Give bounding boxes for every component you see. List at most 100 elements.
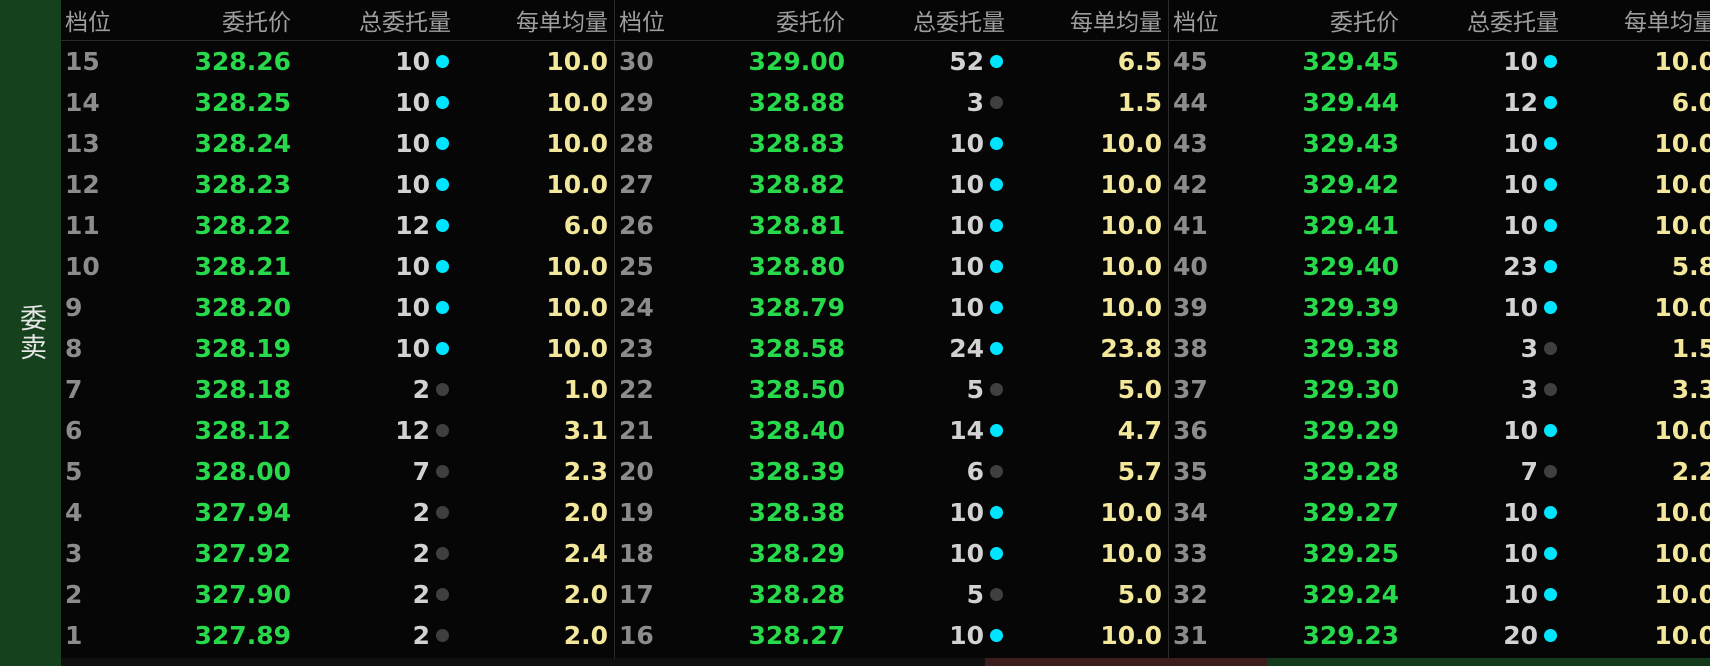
level-cell: 28 [619,129,654,158]
level-cell: 42 [1173,170,1208,199]
avg-qty-cell: 2.0 [563,498,608,527]
order-row[interactable]: 24 328.79 10 10.0 [615,287,1168,328]
order-row[interactable]: 6 328.12 12 3.1 [61,410,614,451]
order-row[interactable]: 12 328.23 10 10.0 [61,164,614,205]
price-cell: 328.79 [748,293,845,322]
order-row[interactable]: 20 328.39 6 5.7 [615,451,1168,492]
active-dot-icon [990,301,1003,314]
total-qty-value: 12 [1503,88,1538,117]
order-row[interactable]: 15 328.26 10 10.0 [61,41,614,82]
active-dot-icon [990,219,1003,232]
total-qty-value: 3 [966,88,984,117]
order-row[interactable]: 16 328.27 10 10.0 [615,615,1168,656]
price-cell: 328.23 [194,170,291,199]
total-qty-value: 5 [966,580,984,609]
total-qty-cell: 10 [291,293,451,322]
total-qty-cell: 10 [1399,129,1559,158]
level-cell: 30 [619,47,654,76]
sell-side-tab[interactable]: 委卖 [0,0,61,666]
order-row[interactable]: 40 329.40 23 5.8 [1169,246,1710,287]
sell-volume-bar [985,658,1267,666]
active-dot-icon [1544,547,1557,560]
order-row[interactable]: 13 328.24 10 10.0 [61,123,614,164]
avg-qty-cell: 23.8 [1100,334,1162,363]
order-row[interactable]: 5 328.00 7 2.3 [61,451,614,492]
order-row[interactable]: 7 328.18 2 1.0 [61,369,614,410]
avg-qty-cell: 3.1 [563,416,608,445]
order-row[interactable]: 29 328.88 3 1.5 [615,82,1168,123]
inactive-dot-icon [436,383,449,396]
level-cell: 31 [1173,621,1208,650]
total-qty-cell: 10 [291,252,451,281]
order-row[interactable]: 19 328.38 10 10.0 [615,492,1168,533]
order-row[interactable]: 23 328.58 24 23.8 [615,328,1168,369]
column-header-row: 档位 委托价 总委托量 每单均量 [61,0,614,41]
total-qty-cell: 10 [1399,47,1559,76]
column-header-row: 档位 委托价 总委托量 每单均量 [615,0,1168,41]
order-row[interactable]: 42 329.42 10 10.0 [1169,164,1710,205]
order-row[interactable]: 26 328.81 10 10.0 [615,205,1168,246]
order-row[interactable]: 18 328.29 10 10.0 [615,533,1168,574]
avg-qty-cell: 10.0 [1100,539,1162,568]
order-row[interactable]: 2 327.90 2 2.0 [61,574,614,615]
order-row[interactable]: 17 328.28 5 5.0 [615,574,1168,615]
total-qty-cell: 10 [1399,580,1559,609]
level-cell: 2 [65,580,83,609]
order-row[interactable]: 39 329.39 10 10.0 [1169,287,1710,328]
order-row[interactable]: 34 329.27 10 10.0 [1169,492,1710,533]
total-qty-value: 7 [1520,457,1538,486]
total-qty-cell: 10 [845,129,1005,158]
order-row[interactable]: 22 328.50 5 5.0 [615,369,1168,410]
order-row[interactable]: 38 329.38 3 1.5 [1169,328,1710,369]
order-row[interactable]: 8 328.19 10 10.0 [61,328,614,369]
level-cell: 9 [65,293,83,322]
level-cell: 44 [1173,88,1208,117]
order-row[interactable]: 21 328.40 14 4.7 [615,410,1168,451]
total-qty-cell: 23 [1399,252,1559,281]
order-row[interactable]: 37 329.30 3 3.3 [1169,369,1710,410]
order-row[interactable]: 30 329.00 52 6.5 [615,41,1168,82]
order-row[interactable]: 10 328.21 10 10.0 [61,246,614,287]
price-cell: 328.28 [748,580,845,609]
order-row[interactable]: 14 328.25 10 10.0 [61,82,614,123]
total-qty-value: 12 [395,211,430,240]
order-row[interactable]: 3 327.92 2 2.4 [61,533,614,574]
avg-qty-cell: 10.0 [546,252,608,281]
header-total-qty: 总委托量 [1467,10,1559,36]
order-row[interactable]: 27 328.82 10 10.0 [615,164,1168,205]
order-row[interactable]: 41 329.41 10 10.0 [1169,205,1710,246]
order-row[interactable]: 36 329.29 10 10.0 [1169,410,1710,451]
order-row[interactable]: 11 328.22 12 6.0 [61,205,614,246]
order-row[interactable]: 32 329.24 10 10.0 [1169,574,1710,615]
price-cell: 328.29 [748,539,845,568]
order-row[interactable]: 44 329.44 12 6.0 [1169,82,1710,123]
avg-qty-cell: 10.0 [546,170,608,199]
level-cell: 37 [1173,375,1208,404]
order-row[interactable]: 4 327.94 2 2.0 [61,492,614,533]
header-price: 委托价 [1330,10,1399,36]
level-cell: 21 [619,416,654,445]
avg-qty-cell: 10.0 [1654,621,1710,650]
order-row[interactable]: 43 329.43 10 10.0 [1169,123,1710,164]
avg-qty-cell: 2.2 [1671,457,1710,486]
avg-qty-cell: 10.0 [1654,498,1710,527]
total-qty-value: 10 [1503,129,1538,158]
order-row[interactable]: 31 329.23 20 10.0 [1169,615,1710,656]
avg-qty-cell: 10.0 [1100,498,1162,527]
inactive-dot-icon [436,629,449,642]
order-row[interactable]: 45 329.45 10 10.0 [1169,41,1710,82]
sell-side-label: 委卖 [15,304,46,362]
order-row[interactable]: 25 328.80 10 10.0 [615,246,1168,287]
order-row[interactable]: 1 327.89 2 2.0 [61,615,614,656]
price-cell: 327.89 [194,621,291,650]
order-rows: 30 329.00 52 6.5 29 328.88 3 1.5 28 328.83 10 10.0 2… [615,41,1168,656]
avg-qty-cell: 10.0 [1654,129,1710,158]
total-qty-cell: 10 [845,293,1005,322]
active-dot-icon [1544,260,1557,273]
order-row[interactable]: 9 328.20 10 10.0 [61,287,614,328]
total-qty-cell: 10 [1399,416,1559,445]
order-row[interactable]: 28 328.83 10 10.0 [615,123,1168,164]
order-row[interactable]: 33 329.25 10 10.0 [1169,533,1710,574]
order-row[interactable]: 35 329.28 7 2.2 [1169,451,1710,492]
header-level: 档位 [1173,10,1219,36]
